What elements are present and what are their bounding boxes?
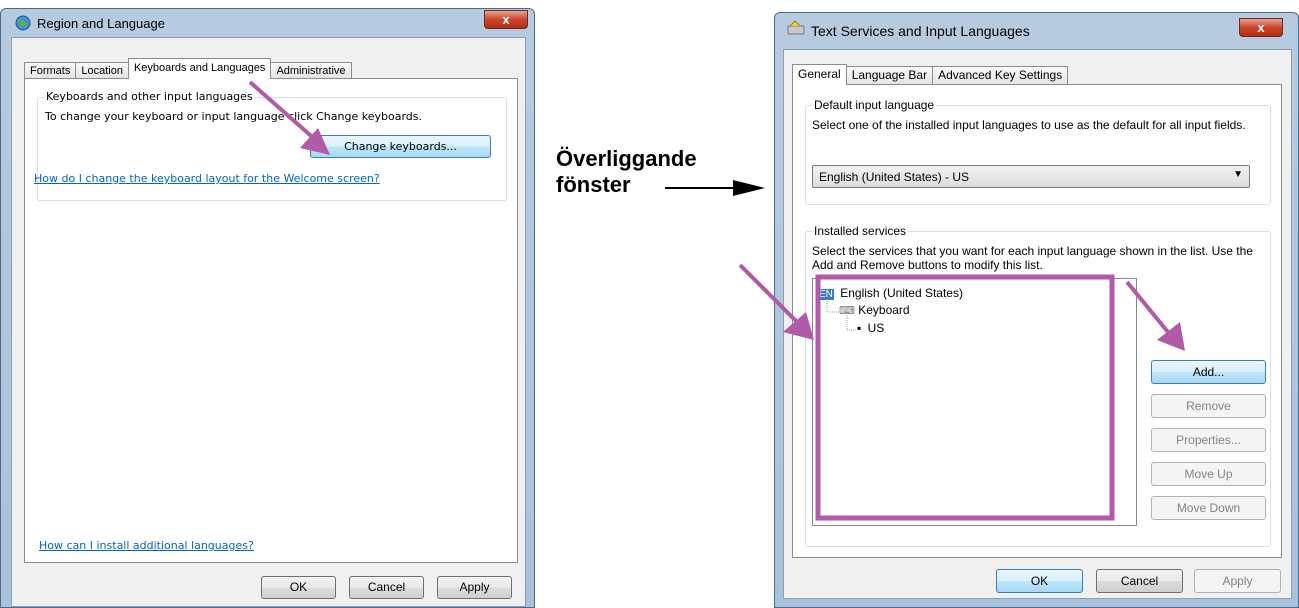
window-title: Region and Language [37, 16, 165, 31]
tab-bar: Formats Location Keyboards and Languages… [24, 58, 352, 79]
tab-keyboards-and-languages[interactable]: Keyboards and Languages [127, 58, 272, 79]
tab-administrative[interactable]: Administrative [270, 62, 352, 79]
install-languages-link[interactable]: How can I install additional languages? [39, 539, 254, 552]
selected-value: English (United States) - US [819, 170, 970, 184]
annotation-line-2: fönster [556, 172, 631, 197]
window-title: Text Services and Input Languages [811, 23, 1030, 39]
move-down-button[interactable]: Move Down [1151, 496, 1266, 520]
keyboard-icon [787, 20, 805, 35]
chevron-down-icon: ▼ [1233, 169, 1243, 180]
text-services-window: Text Services and Input Languages x Gene… [774, 12, 1299, 608]
title-bar[interactable]: Text Services and Input Languages x [775, 13, 1298, 41]
tab-general[interactable]: General [792, 64, 847, 85]
default-language-group: Default input language Select one of the… [805, 98, 1271, 205]
region-language-window: Region and Language x Formats Location K… [0, 8, 535, 608]
group-label: Keyboards and other input languages [44, 90, 255, 103]
group-description: To change your keyboard or input languag… [45, 110, 422, 123]
tree-lines [826, 299, 857, 331]
dialog-client: Formats Location Keyboards and Languages… [11, 37, 526, 607]
ok-button[interactable]: OK [261, 576, 336, 599]
installed-services-group: Installed services Select the services t… [805, 224, 1271, 547]
ok-button[interactable]: OK [996, 569, 1083, 593]
tab-formats[interactable]: Formats [24, 62, 77, 79]
cancel-button[interactable]: Cancel [1096, 569, 1183, 593]
tab-panel: Default input language Select one of the… [792, 84, 1282, 558]
properties-button[interactable]: Properties... [1151, 428, 1266, 452]
add-button[interactable]: Add... [1151, 360, 1266, 384]
group-label: Installed services [812, 224, 909, 238]
remove-button[interactable]: Remove [1151, 394, 1266, 418]
apply-button[interactable]: Apply [437, 576, 512, 599]
annotation-line-1: Överliggande [556, 146, 697, 171]
tab-location[interactable]: Location [75, 62, 129, 79]
move-up-button[interactable]: Move Up [1151, 462, 1266, 486]
title-bar[interactable]: Region and Language x [1, 9, 534, 37]
keyboards-group: Keyboards and other input languages To c… [34, 90, 507, 201]
close-button[interactable]: x [1239, 18, 1283, 37]
services-tree[interactable]: EN English (United States) ⌨ Keyboard ▪ … [812, 278, 1137, 526]
close-button[interactable]: x [484, 10, 528, 29]
tab-advanced-key-settings[interactable]: Advanced Key Settings [932, 66, 1069, 85]
dialog-client: General Language Bar Advanced Key Settin… [783, 49, 1292, 599]
change-keyboards-button[interactable]: Change keyboards... [310, 135, 491, 158]
group-label: Default input language [812, 98, 937, 112]
default-language-select[interactable]: English (United States) - US ▼ [812, 165, 1250, 188]
welcome-screen-layout-link[interactable]: How do I change the keyboard layout for … [34, 172, 380, 185]
cancel-button[interactable]: Cancel [349, 576, 424, 599]
apply-button[interactable]: Apply [1194, 569, 1281, 593]
tab-panel: Keyboards and other input languages To c… [24, 78, 518, 563]
group-description: Select one of the installed input langua… [812, 118, 1246, 132]
globe-icon [15, 15, 31, 31]
tab-language-bar[interactable]: Language Bar [845, 66, 934, 85]
tab-bar: General Language Bar Advanced Key Settin… [792, 64, 1069, 85]
group-description: Select the services that you want for ea… [812, 244, 1253, 272]
